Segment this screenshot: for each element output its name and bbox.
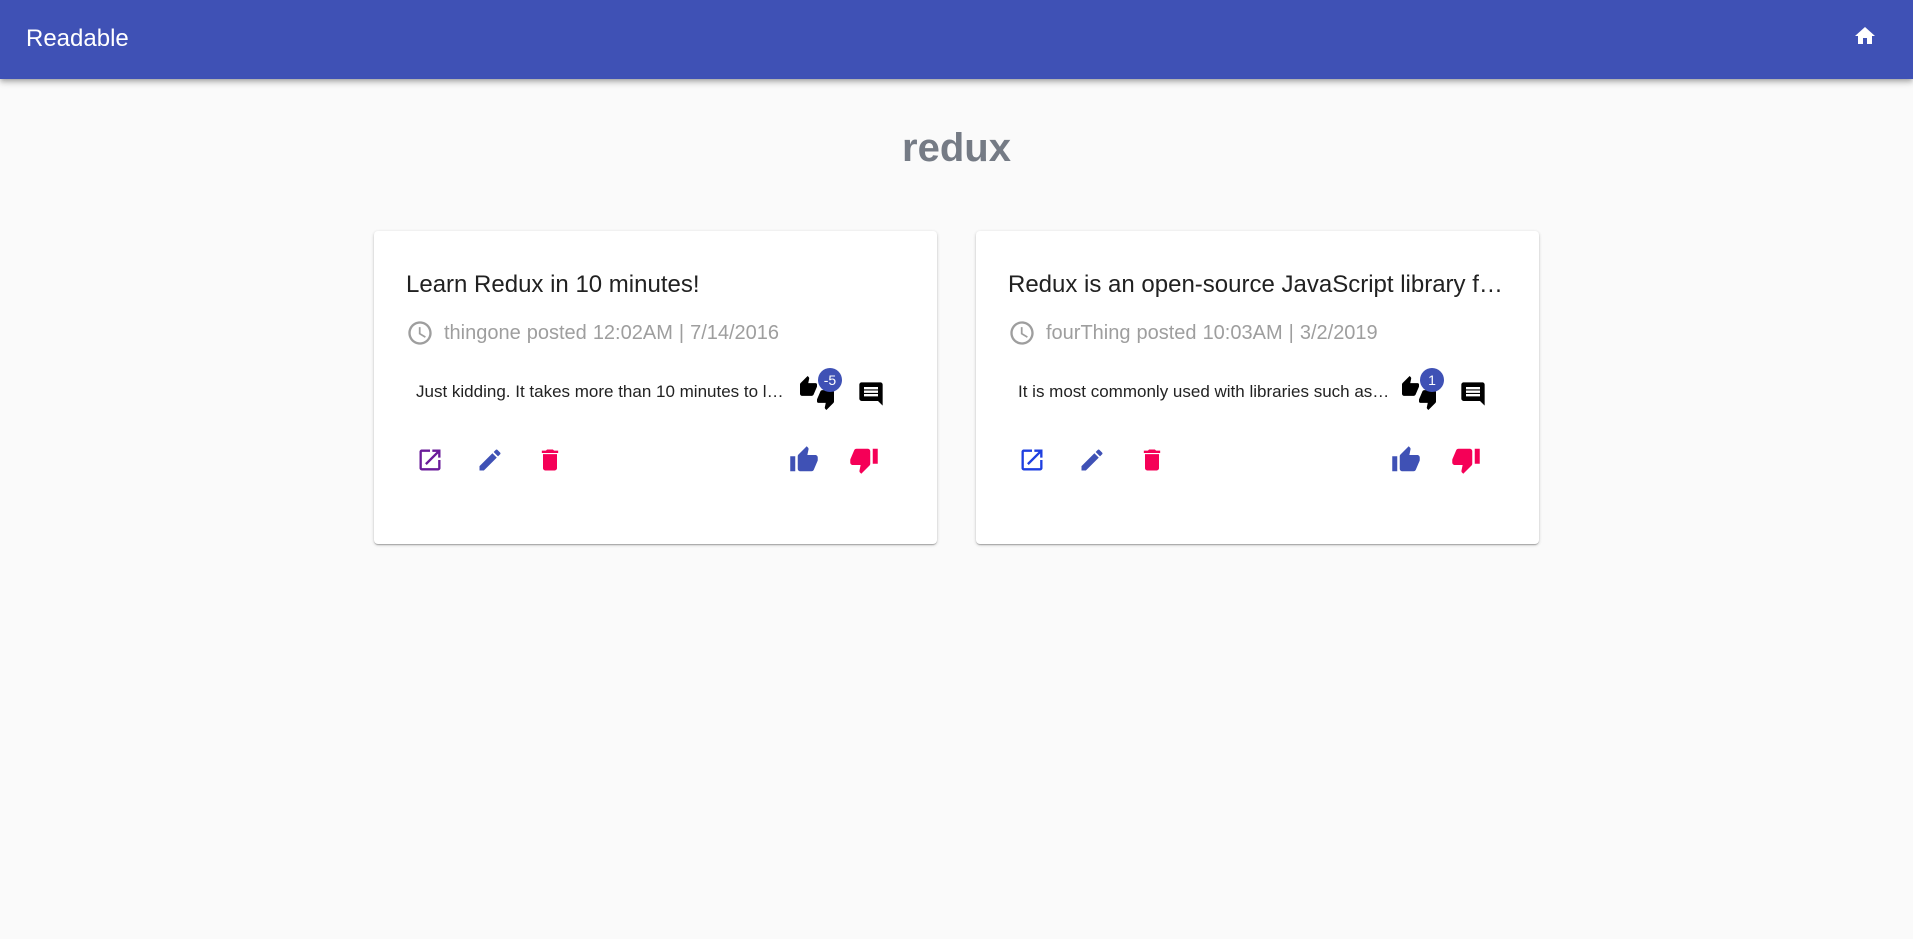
meta-separator: |	[678, 321, 685, 344]
clock-icon	[1008, 319, 1036, 347]
edit-post-button[interactable]	[1068, 436, 1116, 484]
vote-score: -5	[800, 368, 842, 410]
post-date: 3/2/2019	[1299, 321, 1378, 344]
post-body: Just kidding. It takes more than 10 minu…	[416, 382, 790, 401]
vote-score: 1	[1402, 368, 1444, 410]
pencil-icon	[476, 446, 504, 474]
thumb-down-icon	[849, 445, 879, 475]
meta-separator: |	[1288, 321, 1294, 344]
edit-post-button[interactable]	[466, 436, 514, 484]
posted-label: posted	[526, 321, 587, 344]
home-icon	[1853, 24, 1877, 48]
delete-post-button[interactable]	[526, 436, 574, 484]
open-in-new-icon	[416, 446, 444, 474]
post-author: fourThing	[1046, 321, 1131, 344]
post-time: 10:03AM	[1202, 321, 1283, 344]
post-author: thingone	[444, 321, 521, 344]
downvote-button[interactable]	[840, 436, 888, 484]
delete-post-button[interactable]	[1128, 436, 1176, 484]
thumb-up-icon	[789, 445, 819, 475]
thumb-up-icon	[1391, 445, 1421, 475]
upvote-button[interactable]	[1382, 436, 1430, 484]
clock-icon	[406, 319, 434, 347]
thumb-down-icon	[1451, 445, 1481, 475]
trash-icon	[536, 446, 564, 474]
post-meta: thingone posted 12:02AM | 7/14/2016	[406, 319, 779, 347]
comment-icon[interactable]	[1459, 380, 1487, 408]
posted-label: posted	[1136, 321, 1197, 344]
post-body: It is most commonly used with libraries …	[1018, 382, 1392, 401]
home-button[interactable]	[1845, 16, 1885, 56]
app-title: Readable	[26, 25, 129, 52]
upvote-button[interactable]	[780, 436, 828, 484]
post-date: 7/14/2016	[690, 321, 780, 344]
downvote-button[interactable]	[1442, 436, 1490, 484]
pencil-icon	[1078, 446, 1106, 474]
post-meta: fourThing posted 10:03AM | 3/2/2019	[1008, 319, 1378, 347]
trash-icon	[1138, 446, 1166, 474]
post-time: 12:02AM	[592, 321, 673, 344]
comment-icon[interactable]	[857, 380, 885, 408]
post-card: Learn Redux in 10 minutes! thingone post…	[374, 231, 937, 544]
post-body-row: Just kidding. It takes more than 10 minu…	[416, 368, 900, 410]
score-badge: 1	[1420, 368, 1444, 392]
post-body-row: It is most commonly used with libraries …	[1018, 368, 1502, 410]
post-card: Redux is an open-source JavaScript libra…	[976, 231, 1539, 544]
post-title[interactable]: Redux is an open-source JavaScript libra…	[1008, 268, 1508, 302]
category-heading: redux	[902, 126, 1011, 170]
post-title[interactable]: Learn Redux in 10 minutes!	[406, 268, 906, 302]
open-post-button[interactable]	[406, 436, 454, 484]
open-post-button[interactable]	[1008, 436, 1056, 484]
open-in-new-icon	[1018, 446, 1046, 474]
app-bar: Readable	[0, 0, 1913, 79]
score-badge: -5	[818, 368, 842, 392]
